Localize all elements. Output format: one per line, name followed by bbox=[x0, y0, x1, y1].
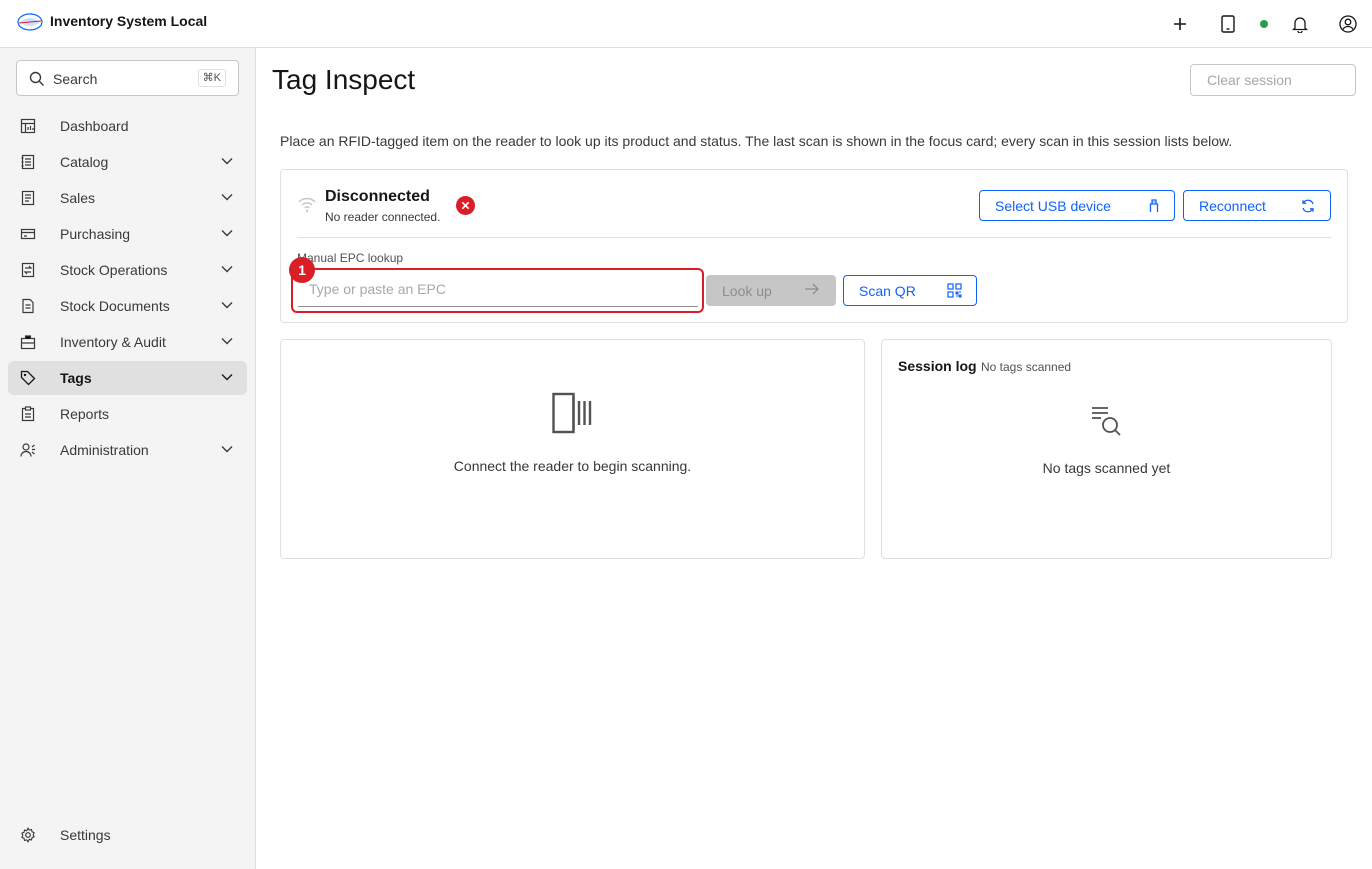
sidebar-item-purchasing[interactable]: Purchasing bbox=[8, 217, 247, 251]
app-title: Inventory System Local bbox=[50, 13, 208, 29]
search-shortcut: ⌘K bbox=[197, 69, 226, 87]
wifi-icon bbox=[298, 197, 316, 213]
plus-icon[interactable] bbox=[1168, 12, 1192, 36]
sidebar-item-dashboard[interactable]: Dashboard bbox=[8, 109, 247, 143]
divider bbox=[297, 237, 1331, 238]
session-log-title: Session log bbox=[898, 358, 977, 374]
chevron-down-icon bbox=[221, 230, 233, 237]
sidebar-item-label: Sales bbox=[60, 190, 96, 206]
reports-icon bbox=[21, 406, 35, 422]
dashboard-icon bbox=[20, 118, 36, 134]
epc-input-highlight: 1 bbox=[289, 257, 704, 313]
step-badge: 1 bbox=[289, 257, 315, 283]
error-icon bbox=[456, 196, 475, 215]
sidebar-item-label: Tags bbox=[60, 370, 92, 386]
page-intro: Place an RFID-tagged item on the reader … bbox=[280, 133, 1233, 149]
inventory-audit-icon bbox=[20, 335, 36, 350]
reader-status-detail: No reader connected. bbox=[325, 210, 441, 224]
stock-operations-icon bbox=[21, 262, 35, 278]
sidebar-item-tags[interactable]: Tags bbox=[8, 361, 247, 395]
search-icon bbox=[29, 71, 44, 86]
focus-card: Connect the reader to begin scanning. bbox=[280, 339, 865, 559]
look-up-label: Look up bbox=[722, 282, 772, 299]
usb-icon bbox=[1149, 199, 1159, 212]
chevron-down-icon bbox=[221, 158, 233, 165]
chevron-down-icon bbox=[221, 194, 233, 201]
sidebar: Search ⌘K Dashboard Catalog Sales Purcha… bbox=[0, 48, 256, 869]
chevron-down-icon bbox=[221, 374, 233, 381]
sidebar-item-inventory-audit[interactable]: Inventory & Audit bbox=[8, 325, 247, 359]
epc-input[interactable] bbox=[298, 272, 698, 307]
sidebar-item-catalog[interactable]: Catalog bbox=[8, 145, 247, 179]
sidebar-item-label: Dashboard bbox=[60, 118, 129, 134]
clear-session-button[interactable]: Clear session bbox=[1190, 64, 1356, 96]
sidebar-item-label: Stock Operations bbox=[60, 262, 168, 278]
catalog-icon bbox=[21, 154, 35, 170]
chevron-down-icon bbox=[221, 302, 233, 309]
focus-message: Connect the reader to begin scanning. bbox=[453, 458, 692, 474]
app-logo bbox=[17, 13, 43, 31]
user-icon[interactable] bbox=[1336, 12, 1360, 36]
sidebar-item-stock-operations[interactable]: Stock Operations bbox=[8, 253, 247, 287]
scan-qr-button[interactable]: Scan QR bbox=[843, 275, 977, 306]
sidebar-item-label: Settings bbox=[60, 827, 111, 843]
sidebar-item-label: Reports bbox=[60, 406, 110, 422]
sidebar-item-reports[interactable]: Reports bbox=[8, 397, 247, 431]
tablet-icon[interactable] bbox=[1216, 12, 1240, 36]
sidebar-item-settings[interactable]: Settings bbox=[8, 818, 247, 852]
arrow-right-icon bbox=[805, 283, 819, 295]
qr-code-icon bbox=[947, 283, 962, 298]
refresh-icon bbox=[1302, 199, 1314, 213]
reader-status: Disconnected bbox=[325, 188, 430, 205]
scan-qr-label: Scan QR bbox=[859, 282, 916, 299]
reconnect-button[interactable]: Reconnect bbox=[1183, 190, 1331, 221]
sidebar-item-administration[interactable]: Administration bbox=[8, 433, 247, 467]
gear-icon bbox=[21, 827, 35, 843]
sidebar-item-label: Stock Documents bbox=[60, 298, 170, 314]
look-up-button[interactable]: Look up bbox=[706, 275, 836, 306]
reader-card: Disconnected No reader connected. Select… bbox=[280, 169, 1348, 323]
chevron-down-icon bbox=[221, 338, 233, 345]
session-log-count: No tags scanned bbox=[981, 360, 1072, 374]
sales-icon bbox=[21, 190, 35, 206]
search-box[interactable]: Search ⌘K bbox=[16, 60, 239, 96]
stock-documents-icon bbox=[22, 298, 34, 314]
bell-icon[interactable] bbox=[1288, 12, 1312, 36]
sidebar-item-label: Inventory & Audit bbox=[60, 334, 166, 350]
reconnect-label: Reconnect bbox=[1199, 197, 1266, 214]
search-label: Search bbox=[53, 71, 98, 87]
search-list-icon bbox=[1092, 407, 1121, 436]
sidebar-item-label: Purchasing bbox=[60, 226, 131, 242]
connection-status-dot bbox=[1260, 20, 1268, 28]
session-log-card: Session log No tags scanned No tags scan… bbox=[881, 339, 1332, 559]
chevron-down-icon bbox=[221, 266, 233, 273]
scanner-icon bbox=[552, 392, 592, 434]
session-log-empty: No tags scanned yet bbox=[1042, 460, 1171, 476]
sidebar-item-label: Administration bbox=[60, 442, 149, 458]
sidebar-item-stock-documents[interactable]: Stock Documents bbox=[8, 289, 247, 323]
chevron-down-icon bbox=[221, 446, 233, 453]
administration-icon bbox=[20, 443, 35, 457]
select-usb-device-button[interactable]: Select USB device bbox=[979, 190, 1175, 221]
sidebar-item-label: Catalog bbox=[60, 154, 109, 170]
page-title: Tag Inspect bbox=[272, 64, 416, 95]
tag-icon bbox=[20, 370, 36, 386]
select-usb-label: Select USB device bbox=[995, 197, 1111, 214]
top-header: Inventory System Local bbox=[0, 0, 1372, 48]
sidebar-item-sales[interactable]: Sales bbox=[8, 181, 247, 215]
purchasing-icon bbox=[20, 228, 36, 240]
